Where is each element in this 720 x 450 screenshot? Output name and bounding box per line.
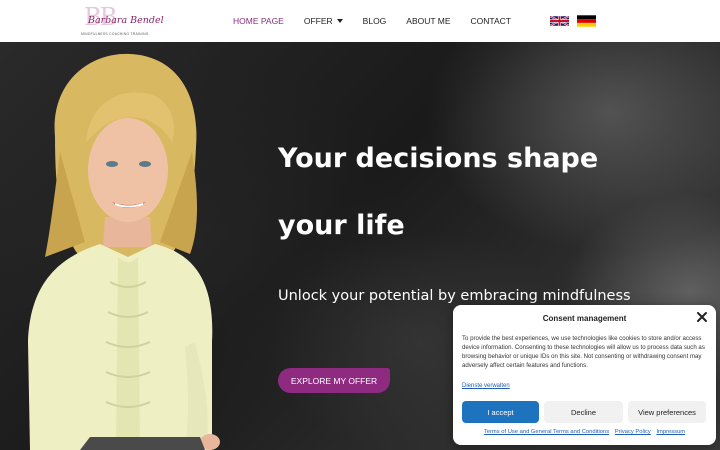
nav-contact[interactable]: CONTACT (471, 16, 511, 26)
hero-title-line1: Your decisions shape (278, 143, 599, 174)
chevron-down-icon (336, 19, 343, 23)
germany-flag-icon[interactable] (577, 15, 596, 27)
consent-title: Consent management (542, 314, 627, 323)
uk-flag-icon[interactable] (550, 15, 569, 27)
accept-button[interactable]: I accept (462, 401, 539, 423)
hero-subtitle: Unlock your potential by embracing mindf… (278, 288, 631, 304)
nav-offer-label: OFFER (303, 16, 333, 26)
consent-dialog: Consent management To provide the best e… (453, 305, 716, 445)
hero-title-line2: your life (278, 210, 405, 241)
terms-link[interactable]: Terms of Use and General Terms and Condi… (484, 429, 609, 435)
site-logo[interactable]: BB Barbara Bendel MINDFULNESS COACHING T… (80, 4, 164, 38)
privacy-policy-link[interactable]: Privacy Policy (615, 429, 651, 435)
logo-name: Barbara Bendel (88, 15, 164, 26)
nav-home-page[interactable]: HOME PAGE (233, 16, 284, 26)
nav-blog[interactable]: BLOG (363, 16, 387, 26)
nav-about-me-label: ABOUT ME (406, 16, 451, 26)
consent-body-text: To provide the best experiences, we use … (462, 335, 705, 370)
logo-tagline: MINDFULNESS COACHING TRAINING (81, 32, 149, 36)
decline-button[interactable]: Decline (544, 401, 623, 423)
nav-home-page-label: HOME PAGE (233, 16, 284, 26)
explore-offer-button[interactable]: EXPLORE MY OFFER (278, 368, 390, 393)
nav-offer[interactable]: OFFER (304, 16, 343, 26)
nav-contact-label: CONTACT (470, 16, 511, 26)
language-switcher (550, 15, 604, 27)
consent-footer-links: Terms of Use and General Terms and Condi… (453, 429, 716, 435)
view-preferences-button[interactable]: View preferences (628, 401, 706, 423)
manage-services-link[interactable]: Dienste verwalten (462, 383, 510, 389)
nav-blog-label: BLOG (362, 16, 387, 26)
site-header: BB Barbara Bendel MINDFULNESS COACHING T… (0, 0, 720, 42)
close-icon[interactable] (696, 311, 708, 323)
main-nav: HOME PAGE OFFER BLOG ABOUT ME CONTACT (233, 0, 531, 42)
nav-about-me[interactable]: ABOUT ME (406, 16, 450, 26)
impressum-link[interactable]: Impressum (656, 429, 685, 435)
portrait-image (28, 53, 220, 450)
